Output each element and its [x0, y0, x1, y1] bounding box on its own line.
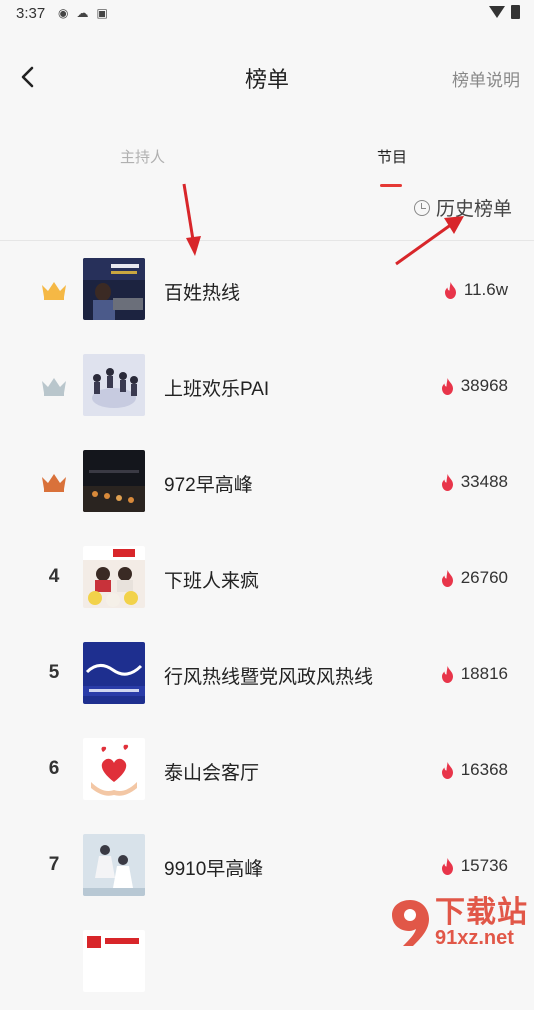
ranking-row[interactable]: 972早高峰 33488	[0, 434, 534, 530]
heat-count: 15736	[460, 856, 508, 875]
ranking-row[interactable]: 上班欢乐PAI 38968	[0, 338, 534, 434]
heat-value: 38968	[441, 376, 508, 396]
wifi-icon	[489, 6, 505, 18]
program-name: 泰山会客厅	[164, 763, 260, 784]
cloud-icon: ☁	[76, 6, 89, 20]
gold-crown-icon	[42, 282, 66, 300]
heat-value: 16368	[441, 760, 508, 780]
heat-value: 11.6w	[444, 280, 508, 300]
heat-value: 26760	[441, 568, 508, 588]
active-tab-indicator	[380, 184, 402, 187]
program-name: 百姓热线	[164, 283, 241, 304]
battery-icon	[511, 5, 520, 19]
program-name: 下班人来疯	[164, 571, 260, 592]
heat-value: 18816	[441, 664, 508, 684]
program-thumbnail	[83, 450, 145, 512]
program-name: 上班欢乐PAI	[164, 379, 270, 400]
heat-count: 11.6w	[463, 280, 508, 299]
flame-icon	[441, 473, 453, 491]
flame-icon	[441, 665, 453, 683]
program-thumbnail	[83, 738, 145, 800]
weibo-icon: ◉	[58, 6, 69, 20]
program-thumbnail	[83, 834, 145, 896]
program-thumbnail	[83, 930, 145, 992]
watermark-logo-icon	[392, 900, 429, 946]
heat-value: 15736	[441, 856, 508, 876]
flame-icon	[441, 761, 453, 779]
program-thumbnail	[83, 642, 145, 704]
bronze-crown-icon	[42, 474, 66, 492]
heat-count: 33488	[460, 472, 508, 491]
status-bar: 3:37 ◉ ☁ ▣	[0, 0, 534, 28]
flame-icon	[444, 281, 456, 299]
ranking-row[interactable]: 6 泰山会客厅 16368	[0, 722, 534, 818]
tab-bar: 主持人 节目	[0, 140, 534, 190]
program-name: 9910早高峰	[164, 859, 264, 880]
program-name: 972早高峰	[164, 475, 253, 496]
watermark-cn: 下载站	[435, 896, 528, 929]
program-thumbnail	[83, 258, 145, 320]
rank-number: 4	[48, 566, 60, 587]
flame-icon	[441, 569, 453, 587]
tab-program[interactable]: 节目	[377, 146, 407, 167]
flame-icon	[441, 857, 453, 875]
status-system-icons	[489, 5, 520, 19]
ranking-row[interactable]: 5 行风热线暨党风政风热线 18816	[0, 626, 534, 722]
program-thumbnail	[83, 546, 145, 608]
silver-crown-icon	[42, 378, 66, 396]
watermark-en: 91xz.net	[435, 927, 514, 949]
rank-number: 6	[48, 758, 60, 779]
heat-count: 26760	[460, 568, 508, 587]
history-ranking-label: 历史榜单	[435, 199, 512, 220]
watermark: 下载站 91xz.net	[389, 898, 528, 948]
a-icon: ▣	[96, 6, 108, 20]
tab-host[interactable]: 主持人	[120, 146, 165, 167]
heat-value: 33488	[441, 472, 508, 492]
heat-count: 16368	[460, 760, 508, 779]
clock-icon	[413, 199, 430, 216]
status-time: 3:37	[16, 5, 46, 22]
status-notification-icons: ◉ ☁ ▣	[58, 6, 108, 20]
divider	[0, 240, 534, 241]
ranking-row[interactable]: 4 下班人来疯 26760	[0, 530, 534, 626]
rank-number: 7	[48, 854, 60, 875]
heat-count: 38968	[460, 376, 508, 395]
ranking-help-link[interactable]: 榜单说明	[452, 66, 520, 91]
ranking-row[interactable]: 百姓热线 11.6w	[0, 242, 534, 338]
rank-number: 5	[48, 662, 60, 683]
history-ranking-button[interactable]: 历史榜单	[413, 194, 512, 221]
top-app-bar: 榜单 榜单说明	[0, 50, 534, 104]
flame-icon	[441, 377, 453, 395]
program-thumbnail	[83, 354, 145, 416]
heat-count: 18816	[460, 664, 508, 683]
program-name: 行风热线暨党风政风热线	[164, 667, 374, 688]
